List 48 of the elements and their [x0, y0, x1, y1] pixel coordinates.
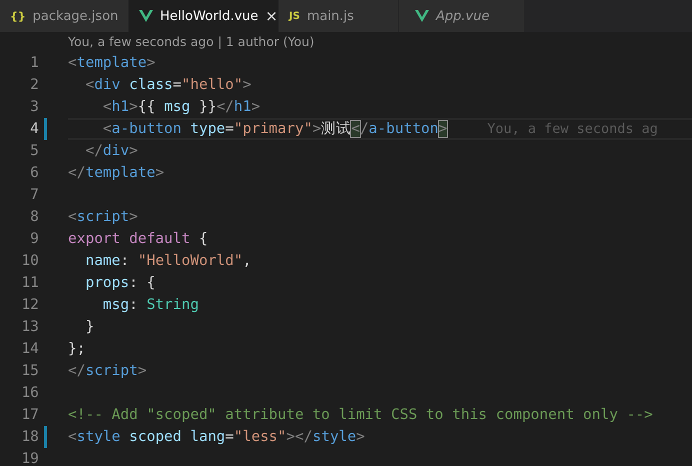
tab-label: App.vue — [436, 8, 490, 24]
code-line: <a-button type="primary">测试</a-button> — [102, 120, 448, 138]
code-line: <h1>{{ msg }}</h1> — [102, 98, 260, 116]
line-number: 19 — [20, 450, 39, 466]
code-line: } — [84, 318, 94, 336]
line-number: 2 — [29, 76, 39, 95]
line-number: 11 — [20, 274, 39, 293]
code-line: }; — [68, 340, 86, 358]
line-number: 4 — [29, 120, 39, 139]
editor-tab[interactable]: {} package.json — [0, 0, 129, 32]
line-number: 9 — [29, 230, 39, 249]
line-number: 15 — [20, 362, 39, 381]
code-line: <!-- Add "scoped" attribute to limit CSS to this component only --> — [68, 406, 653, 424]
code-line: name: "HelloWorld", — [84, 252, 252, 270]
code-line: props: { — [84, 274, 156, 292]
line-number: 6 — [29, 164, 39, 183]
code-line: <style scoped lang="less"></style> — [68, 428, 365, 446]
code-line: </script> — [68, 362, 147, 380]
tab-label: main.js — [306, 8, 354, 24]
code-line: </template> — [68, 164, 164, 182]
braces-icon: {} — [10, 10, 26, 22]
code-line: export default { — [68, 230, 208, 248]
code-line: <div class="hello"> — [84, 76, 252, 94]
line-number: 10 — [20, 252, 39, 271]
code-line: </div> — [84, 142, 138, 160]
editor-tab[interactable]: HelloWorld.vue × — [129, 0, 279, 32]
line-number: 14 — [20, 340, 39, 359]
line-number: 7 — [29, 186, 39, 205]
code-line: <script> — [68, 208, 138, 226]
line-number: 17 — [20, 406, 39, 425]
line-number: 3 — [29, 98, 39, 117]
code-line: <template> — [68, 54, 156, 72]
line-number: 13 — [20, 318, 39, 337]
js-file-icon: JS — [289, 10, 300, 22]
line-number: 18 — [20, 428, 39, 447]
blame-annotation[interactable]: You, a few seconds ago | 1 author (You) — [0, 32, 314, 52]
line-number: 8 — [29, 208, 39, 227]
editor-tab[interactable]: JS main.js — [279, 0, 399, 32]
line-number: 1 — [29, 54, 39, 73]
tab-label: package.json — [32, 8, 118, 24]
line-number: 12 — [20, 296, 39, 315]
inline-blame: You, a few seconds ag — [487, 120, 658, 138]
line-number: 16 — [20, 384, 39, 403]
tab-label: HelloWorld.vue — [160, 8, 258, 24]
editor-tab[interactable]: App.vue — [399, 0, 525, 32]
line-number: 5 — [29, 142, 39, 161]
close-icon[interactable]: × — [265, 8, 278, 24]
code-line: msg: String — [102, 296, 199, 314]
